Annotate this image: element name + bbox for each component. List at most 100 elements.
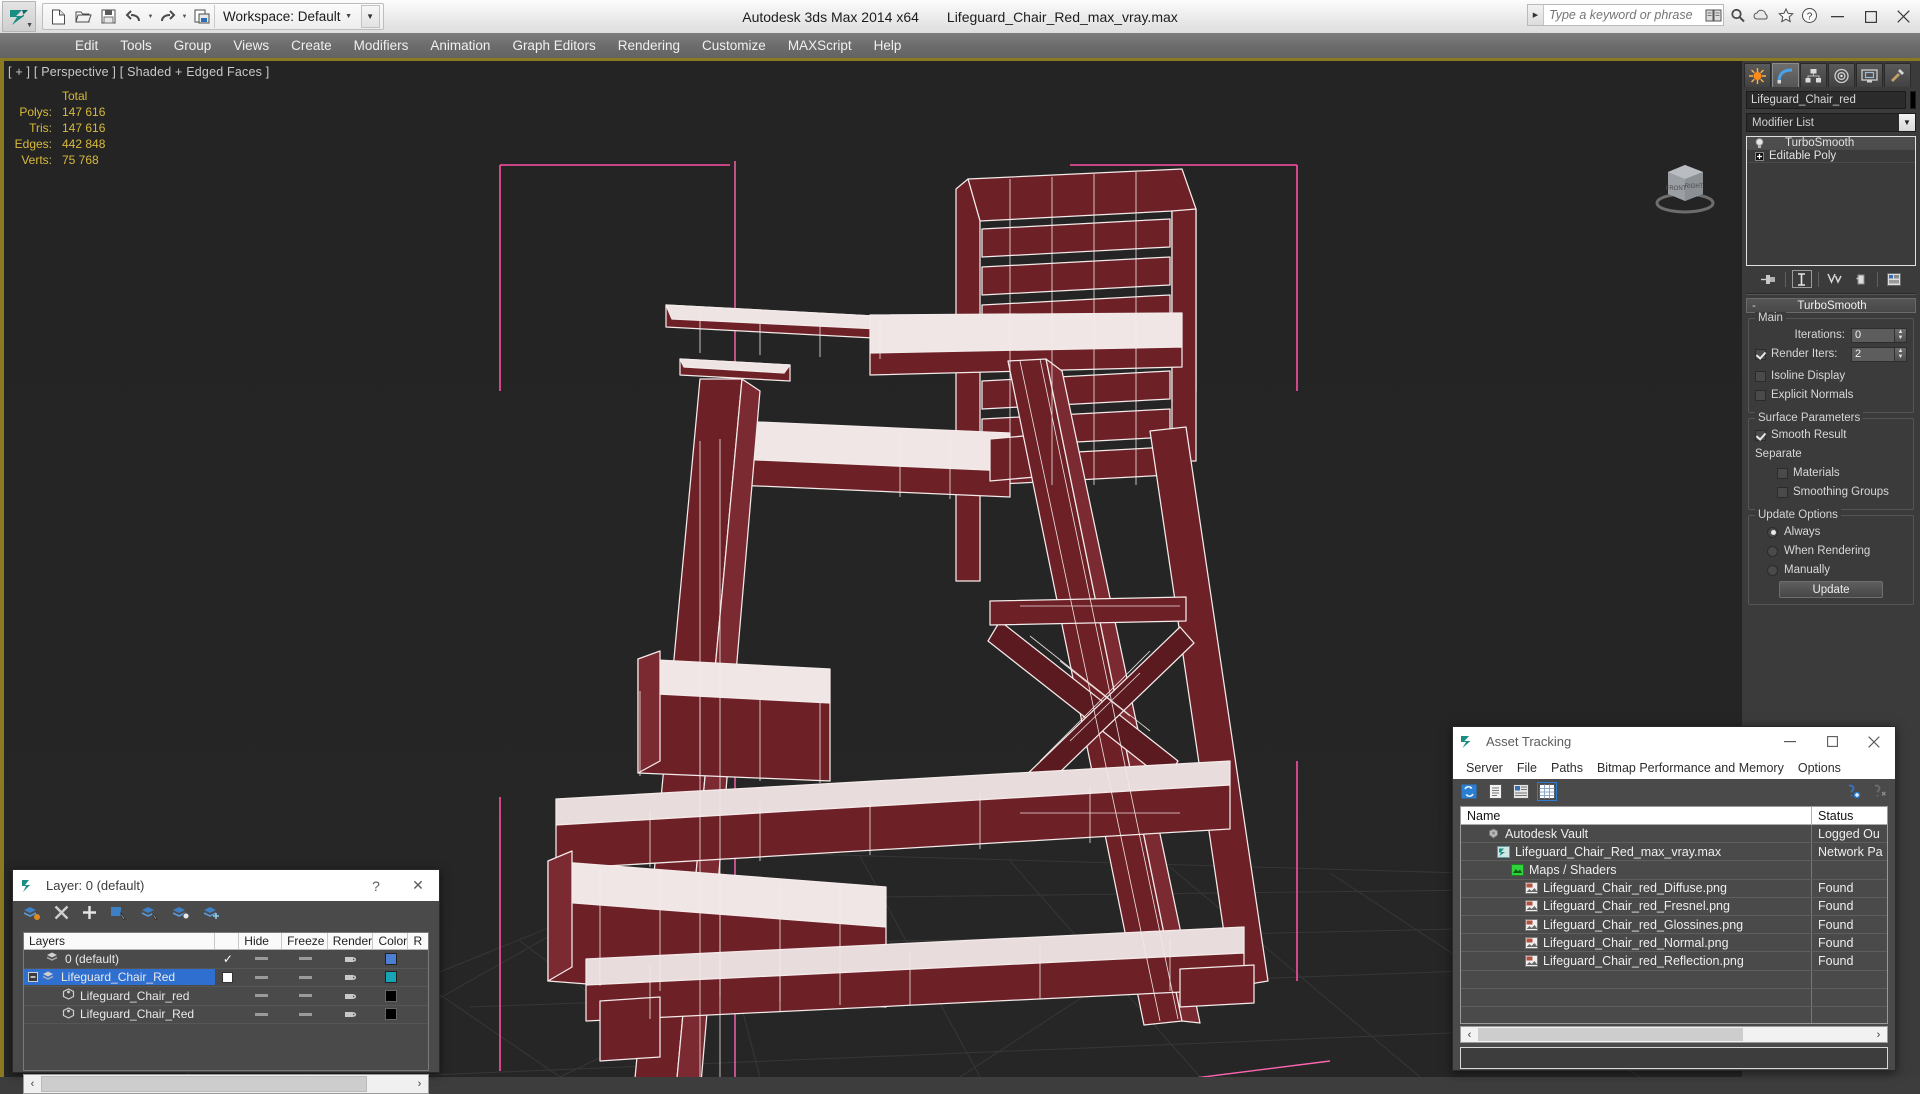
viewcube-front-label[interactable]: FRONT: [1666, 186, 1687, 192]
layer-dialog[interactable]: Layer: 0 (default) ? ✕ Layers Hide Freez…: [12, 869, 440, 1094]
asset-tracking-dialog[interactable]: Asset Tracking Server File Paths Bitmap …: [1452, 726, 1896, 1071]
table-row[interactable]: Lifeguard_Chair_Red_max_vray.max Network…: [1461, 843, 1887, 862]
col-radiosity[interactable]: R: [408, 933, 428, 949]
scroll-thumb[interactable]: [1478, 1028, 1743, 1041]
open-file-icon[interactable]: [71, 5, 96, 28]
iterations-spinner-arrows[interactable]: ▲ ▼: [1895, 327, 1907, 343]
workspace-selector[interactable]: Workspace: Default ▼: [214, 5, 359, 28]
lightbulb-icon[interactable]: [1749, 137, 1769, 149]
iterations-input[interactable]: [1851, 327, 1895, 343]
table-row[interactable]: Lifeguard_Chair_Red: [24, 969, 428, 987]
modify-tab[interactable]: [1772, 63, 1799, 87]
refresh-icon[interactable]: [1459, 782, 1479, 801]
viewport-label[interactable]: [ + ] [ Perspective ] [ Shaded + Edged F…: [8, 65, 269, 79]
col-status[interactable]: Status: [1812, 807, 1887, 824]
current-layer-check[interactable]: [215, 971, 239, 983]
menu-item-bitmap-performance[interactable]: Bitmap Performance and Memory: [1590, 761, 1791, 775]
viewcube-right-label[interactable]: RIGHT: [1685, 184, 1704, 190]
minimize-button[interactable]: [1821, 0, 1854, 33]
hide-unselected-layers-icon[interactable]: [203, 905, 221, 926]
create-tab[interactable]: [1744, 63, 1771, 87]
layer-list-scrollbar[interactable]: ‹ ›: [23, 1074, 429, 1094]
menu-item-paths[interactable]: Paths: [1544, 761, 1590, 775]
col-current[interactable]: [215, 933, 240, 949]
app-logo-button[interactable]: ▼: [2, 1, 36, 32]
menu-item-group[interactable]: Group: [163, 33, 223, 58]
asset-list[interactable]: Name Status Autodesk Vault Logged Ou Lif…: [1460, 806, 1888, 1024]
chevron-down-icon[interactable]: ▼: [1899, 114, 1915, 131]
current-layer-check[interactable]: ✓: [216, 952, 240, 966]
motion-tab[interactable]: [1828, 63, 1855, 87]
hide-toggle[interactable]: [240, 1012, 283, 1017]
layer-dialog-close-button[interactable]: ✕: [397, 870, 439, 901]
help-add-icon[interactable]: [1842, 782, 1862, 801]
select-objects-in-layer-icon[interactable]: [110, 905, 128, 926]
layer-list[interactable]: Layers Hide Freeze Render Color R 0 (def…: [23, 932, 429, 1071]
turbosmooth-rollout-header[interactable]: - TurboSmooth: [1746, 298, 1916, 313]
make-unique-icon[interactable]: [1825, 270, 1845, 288]
update-manually-row[interactable]: Manually: [1755, 562, 1907, 578]
maximize-button[interactable]: [1811, 727, 1853, 756]
menu-item-options[interactable]: Options: [1791, 761, 1848, 775]
stack-item-editable-poly[interactable]: Editable Poly: [1747, 150, 1915, 163]
layer-dialog-help-button[interactable]: ?: [355, 870, 397, 901]
table-row[interactable]: Lifeguard_Chair_red_Reflection.png Found: [1461, 952, 1887, 971]
list-view-icon[interactable]: [1485, 782, 1505, 801]
utilities-tab[interactable]: [1884, 63, 1911, 87]
col-render[interactable]: Render: [328, 933, 374, 949]
redo-icon[interactable]: [155, 5, 180, 28]
hide-toggle[interactable]: [240, 993, 283, 998]
add-to-layer-icon[interactable]: [82, 905, 97, 925]
table-row[interactable]: [1461, 970, 1887, 989]
table-row[interactable]: Lifeguard_Chair_red_Normal.png Found: [1461, 934, 1887, 953]
communication-center-icon[interactable]: [1703, 5, 1724, 26]
isoline-display-checkbox[interactable]: [1755, 370, 1766, 382]
save-file-icon[interactable]: [96, 5, 121, 28]
menu-item-help[interactable]: Help: [863, 33, 913, 58]
modifier-stack[interactable]: TurboSmooth Editable Poly: [1746, 136, 1916, 266]
search-icon[interactable]: [1727, 5, 1748, 26]
update-manually-radio[interactable]: [1767, 564, 1778, 576]
menu-item-server[interactable]: Server: [1459, 761, 1510, 775]
table-row[interactable]: Lifeguard_Chair_red_Glossines.png Found: [1461, 915, 1887, 935]
materials-checkbox[interactable]: [1777, 467, 1788, 479]
col-hide[interactable]: Hide: [239, 933, 283, 949]
col-layers[interactable]: Layers: [24, 933, 215, 949]
menu-item-rendering[interactable]: Rendering: [607, 33, 691, 58]
asset-tracking-title-bar[interactable]: Asset Tracking: [1453, 727, 1895, 756]
rollout-collapse-icon[interactable]: -: [1747, 300, 1761, 312]
explicit-normals-checkbox[interactable]: [1755, 389, 1766, 401]
project-folder-icon[interactable]: [189, 5, 214, 28]
select-highlighted-objects-icon[interactable]: [141, 905, 159, 926]
freeze-toggle[interactable]: [283, 956, 329, 961]
search-dropdown-icon[interactable]: ▶: [1528, 5, 1544, 25]
menu-item-animation[interactable]: Animation: [419, 33, 501, 58]
help-icon[interactable]: [1868, 782, 1888, 801]
pin-stack-icon[interactable]: [1759, 270, 1779, 288]
expand-plus-icon[interactable]: [1749, 151, 1769, 161]
render-iters-spinner-arrows[interactable]: ▲ ▼: [1895, 346, 1907, 362]
freeze-toggle[interactable]: [283, 993, 328, 998]
object-color-swatch[interactable]: [374, 989, 409, 1002]
menu-item-graph-editors[interactable]: Graph Editors: [501, 33, 606, 58]
update-button[interactable]: Update: [1779, 581, 1883, 598]
layer-dialog-title-bar[interactable]: Layer: 0 (default) ? ✕: [13, 870, 439, 901]
hide-toggle[interactable]: [240, 975, 283, 980]
smooth-result-checkbox[interactable]: [1755, 429, 1766, 441]
update-always-row[interactable]: Always: [1755, 524, 1907, 540]
iterations-spinner[interactable]: ▲▼: [1851, 327, 1907, 343]
menu-item-file[interactable]: File: [1510, 761, 1544, 775]
menu-item-tools[interactable]: Tools: [109, 33, 163, 58]
table-row[interactable]: Maps / Shaders: [1461, 861, 1887, 880]
menu-item-modifiers[interactable]: Modifiers: [343, 33, 420, 58]
layer-color-swatch[interactable]: [374, 971, 409, 984]
delete-layer-icon[interactable]: [54, 905, 69, 925]
render-toggle[interactable]: [328, 990, 373, 1002]
search-input[interactable]: [1544, 5, 1723, 25]
table-row[interactable]: [1461, 988, 1887, 1007]
object-color-swatch[interactable]: [1910, 91, 1916, 109]
table-row[interactable]: [1461, 1006, 1887, 1023]
minimize-button[interactable]: [1769, 727, 1811, 756]
render-iters-spinner[interactable]: ▲▼: [1851, 346, 1907, 362]
undo-icon[interactable]: [121, 5, 146, 28]
